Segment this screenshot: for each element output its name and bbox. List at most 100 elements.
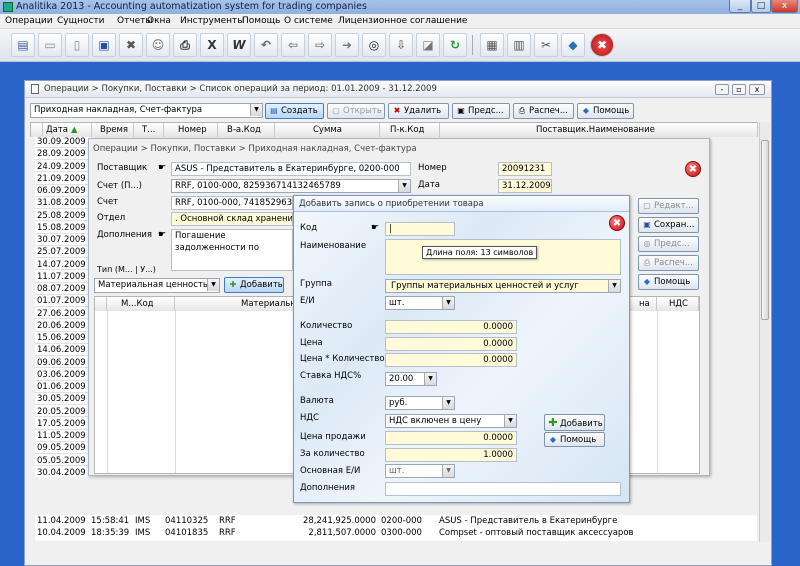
date-cell[interactable]: 30.09.2009 [35,137,91,148]
user-icon[interactable]: ☺ [146,33,170,57]
invoice-add-button[interactable]: ✚ Добавить [224,277,284,293]
print-button[interactable]: ⎙ Распеч... [513,103,574,119]
department-field[interactable]: . Основной склад хранения [171,212,293,226]
undo-icon[interactable]: ↶ [254,33,278,57]
invoice-preview-button[interactable]: ◎ Предс... [638,236,699,252]
date-cell[interactable]: 30.07.2009 [35,235,91,246]
menu-license[interactable]: Лицензионное соглашение [338,15,467,28]
save-button[interactable]: ▣ Сохран... [638,217,699,233]
vat-select[interactable]: НДС включен в цену ▼ [385,414,517,428]
quantity-field[interactable]: 0.0000 [385,320,517,334]
date-cell[interactable]: 30.04.2009 [35,468,91,477]
price-field[interactable]: 0.0000 [385,337,517,351]
date-cell[interactable]: 20.05.2009 [35,407,91,418]
date-cell[interactable]: 15.06.2009 [35,333,91,344]
table-row[interactable]: 11.04.2009 15:58:41 IMS 04110325 RRF 28,… [35,515,757,527]
column-date[interactable]: Дата ▲ [43,123,92,137]
column-time[interactable]: Время [92,123,134,137]
record-help-button[interactable]: ◆ Помощь [544,432,605,447]
column-item-name[interactable]: Материальная [175,297,295,311]
calculator-icon[interactable]: ▥ [507,33,531,57]
open-button[interactable]: ▢ Открыть [327,103,385,119]
maximize-button[interactable]: □ [751,0,771,13]
date-cell[interactable]: 20.06.2009 [35,321,91,332]
date-cell[interactable]: 11.07.2009 [35,272,91,283]
additions-field[interactable]: Погашение задолженности по [171,229,293,271]
date-cell[interactable]: 05.05.2009 [35,456,91,467]
code-field[interactable]: | [385,222,455,236]
date-cell[interactable]: 09.06.2009 [35,358,91,369]
unit-select[interactable]: шт. ▼ [385,296,455,310]
menu-help[interactable]: Помощь [242,15,280,28]
date-cell[interactable]: 14.06.2009 [35,345,91,357]
number-field[interactable]: 20091231 [498,162,552,176]
invoice-close-icon[interactable]: ✖ [685,161,701,177]
account-field[interactable]: RRF, 0100-000, 741852963123 [171,196,293,210]
calendar-icon[interactable]: ▦ [480,33,504,57]
date-cell[interactable]: 28.09.2009 [35,149,91,161]
close-child-button[interactable]: x [749,84,765,95]
delete-button[interactable]: ✖ Удалить [388,103,449,119]
price-qty-field[interactable]: 0.0000 [385,353,517,367]
edit-button[interactable]: ▢ Редакт... [638,198,699,214]
date-cell[interactable]: 31.08.2009 [35,198,91,210]
date-cell[interactable]: 11.05.2009 [35,431,91,442]
help-button[interactable]: ◆ Помощь [577,103,634,119]
date-cell[interactable]: 27.06.2009 [35,309,91,320]
add-record-close-icon[interactable]: ✖ [609,215,625,231]
column-vat[interactable]: НДС [657,297,699,311]
column-supplier-code[interactable]: П-к.Код [380,123,440,137]
restore-child-button[interactable]: ▫ [732,84,746,95]
invoice-help-button[interactable]: ◆ Помощь [638,274,699,290]
date-cell[interactable]: 17.05.2009 [35,419,91,430]
binoculars-icon[interactable]: ◎ [362,33,386,57]
date-cell[interactable]: 21.09.2009 [35,174,91,185]
menu-entities[interactable]: Сущности [57,15,105,28]
date-cell[interactable]: 24.09.2009 [35,162,91,173]
base-unit-select[interactable]: шт. ▼ [385,464,455,478]
date-cell[interactable]: 30.05.2009 [35,394,91,406]
column-type[interactable]: Т... [134,123,164,137]
scrollbar-thumb[interactable] [761,140,769,320]
column-item-code[interactable]: М...Код [107,297,175,311]
operation-type-select[interactable]: Приходная накладная, Счет-фактура ▼ [30,103,263,118]
tools-icon[interactable]: ✂ [534,33,558,57]
currency-select[interactable]: руб. ▼ [385,396,455,410]
close-icon[interactable]: ✖ [590,33,614,57]
arrow-right-icon[interactable]: ⇨ [308,33,332,57]
minimize-button[interactable]: _ [729,0,751,13]
column-sum[interactable]: Сумма [275,123,380,137]
menu-tools[interactable]: Инструменты [180,15,244,28]
create-button[interactable]: ▤ Создать [265,103,324,119]
lookup-icon[interactable]: ☛ [158,230,166,240]
operations-scrollbar[interactable] [759,122,770,542]
close-window-button[interactable]: x [771,0,798,13]
menu-windows[interactable]: Окна [147,15,171,28]
save-icon[interactable]: ▣ [92,33,116,57]
record-add-button[interactable]: ✚ Добавить [544,414,605,431]
folder-icon[interactable]: ▭ [38,33,62,57]
date-cell[interactable]: 06.09.2009 [35,186,91,197]
invoice-print-button[interactable]: ⎙ Распеч... [638,255,699,271]
excel-icon[interactable]: X [200,33,224,57]
open-card-icon[interactable]: ▤ [11,33,35,57]
per-quantity-field[interactable]: 1.0000 [385,448,517,462]
date-cell[interactable]: 09.05.2009 [35,443,91,455]
lookup-icon[interactable]: ☛ [371,223,379,233]
sale-price-field[interactable]: 0.0000 [385,431,517,445]
vat-rate-select[interactable]: 20.00 ▼ [385,372,437,386]
column-number[interactable]: Номер [164,123,218,137]
item-type-select[interactable]: Материальная ценность ▼ [94,278,220,293]
help-book-icon[interactable]: ◆ [561,33,585,57]
preview-button[interactable]: ▣ Предс... [452,103,510,119]
supplier-field[interactable]: ASUS - Представитель в Екатеринбурге, 02… [171,162,411,176]
column-price-partial[interactable]: на [627,297,657,311]
date-cell[interactable]: 01.06.2009 [35,382,91,393]
ruler-icon[interactable]: ◪ [416,33,440,57]
date-cell[interactable]: 01.07.2009 [35,296,91,308]
menu-about[interactable]: О системе [284,15,333,28]
date-cell[interactable]: 14.07.2009 [35,260,91,271]
delete-icon[interactable]: ✖ [119,33,143,57]
minimize-child-button[interactable]: - [715,84,729,95]
date-cell[interactable]: 25.08.2009 [35,211,91,222]
